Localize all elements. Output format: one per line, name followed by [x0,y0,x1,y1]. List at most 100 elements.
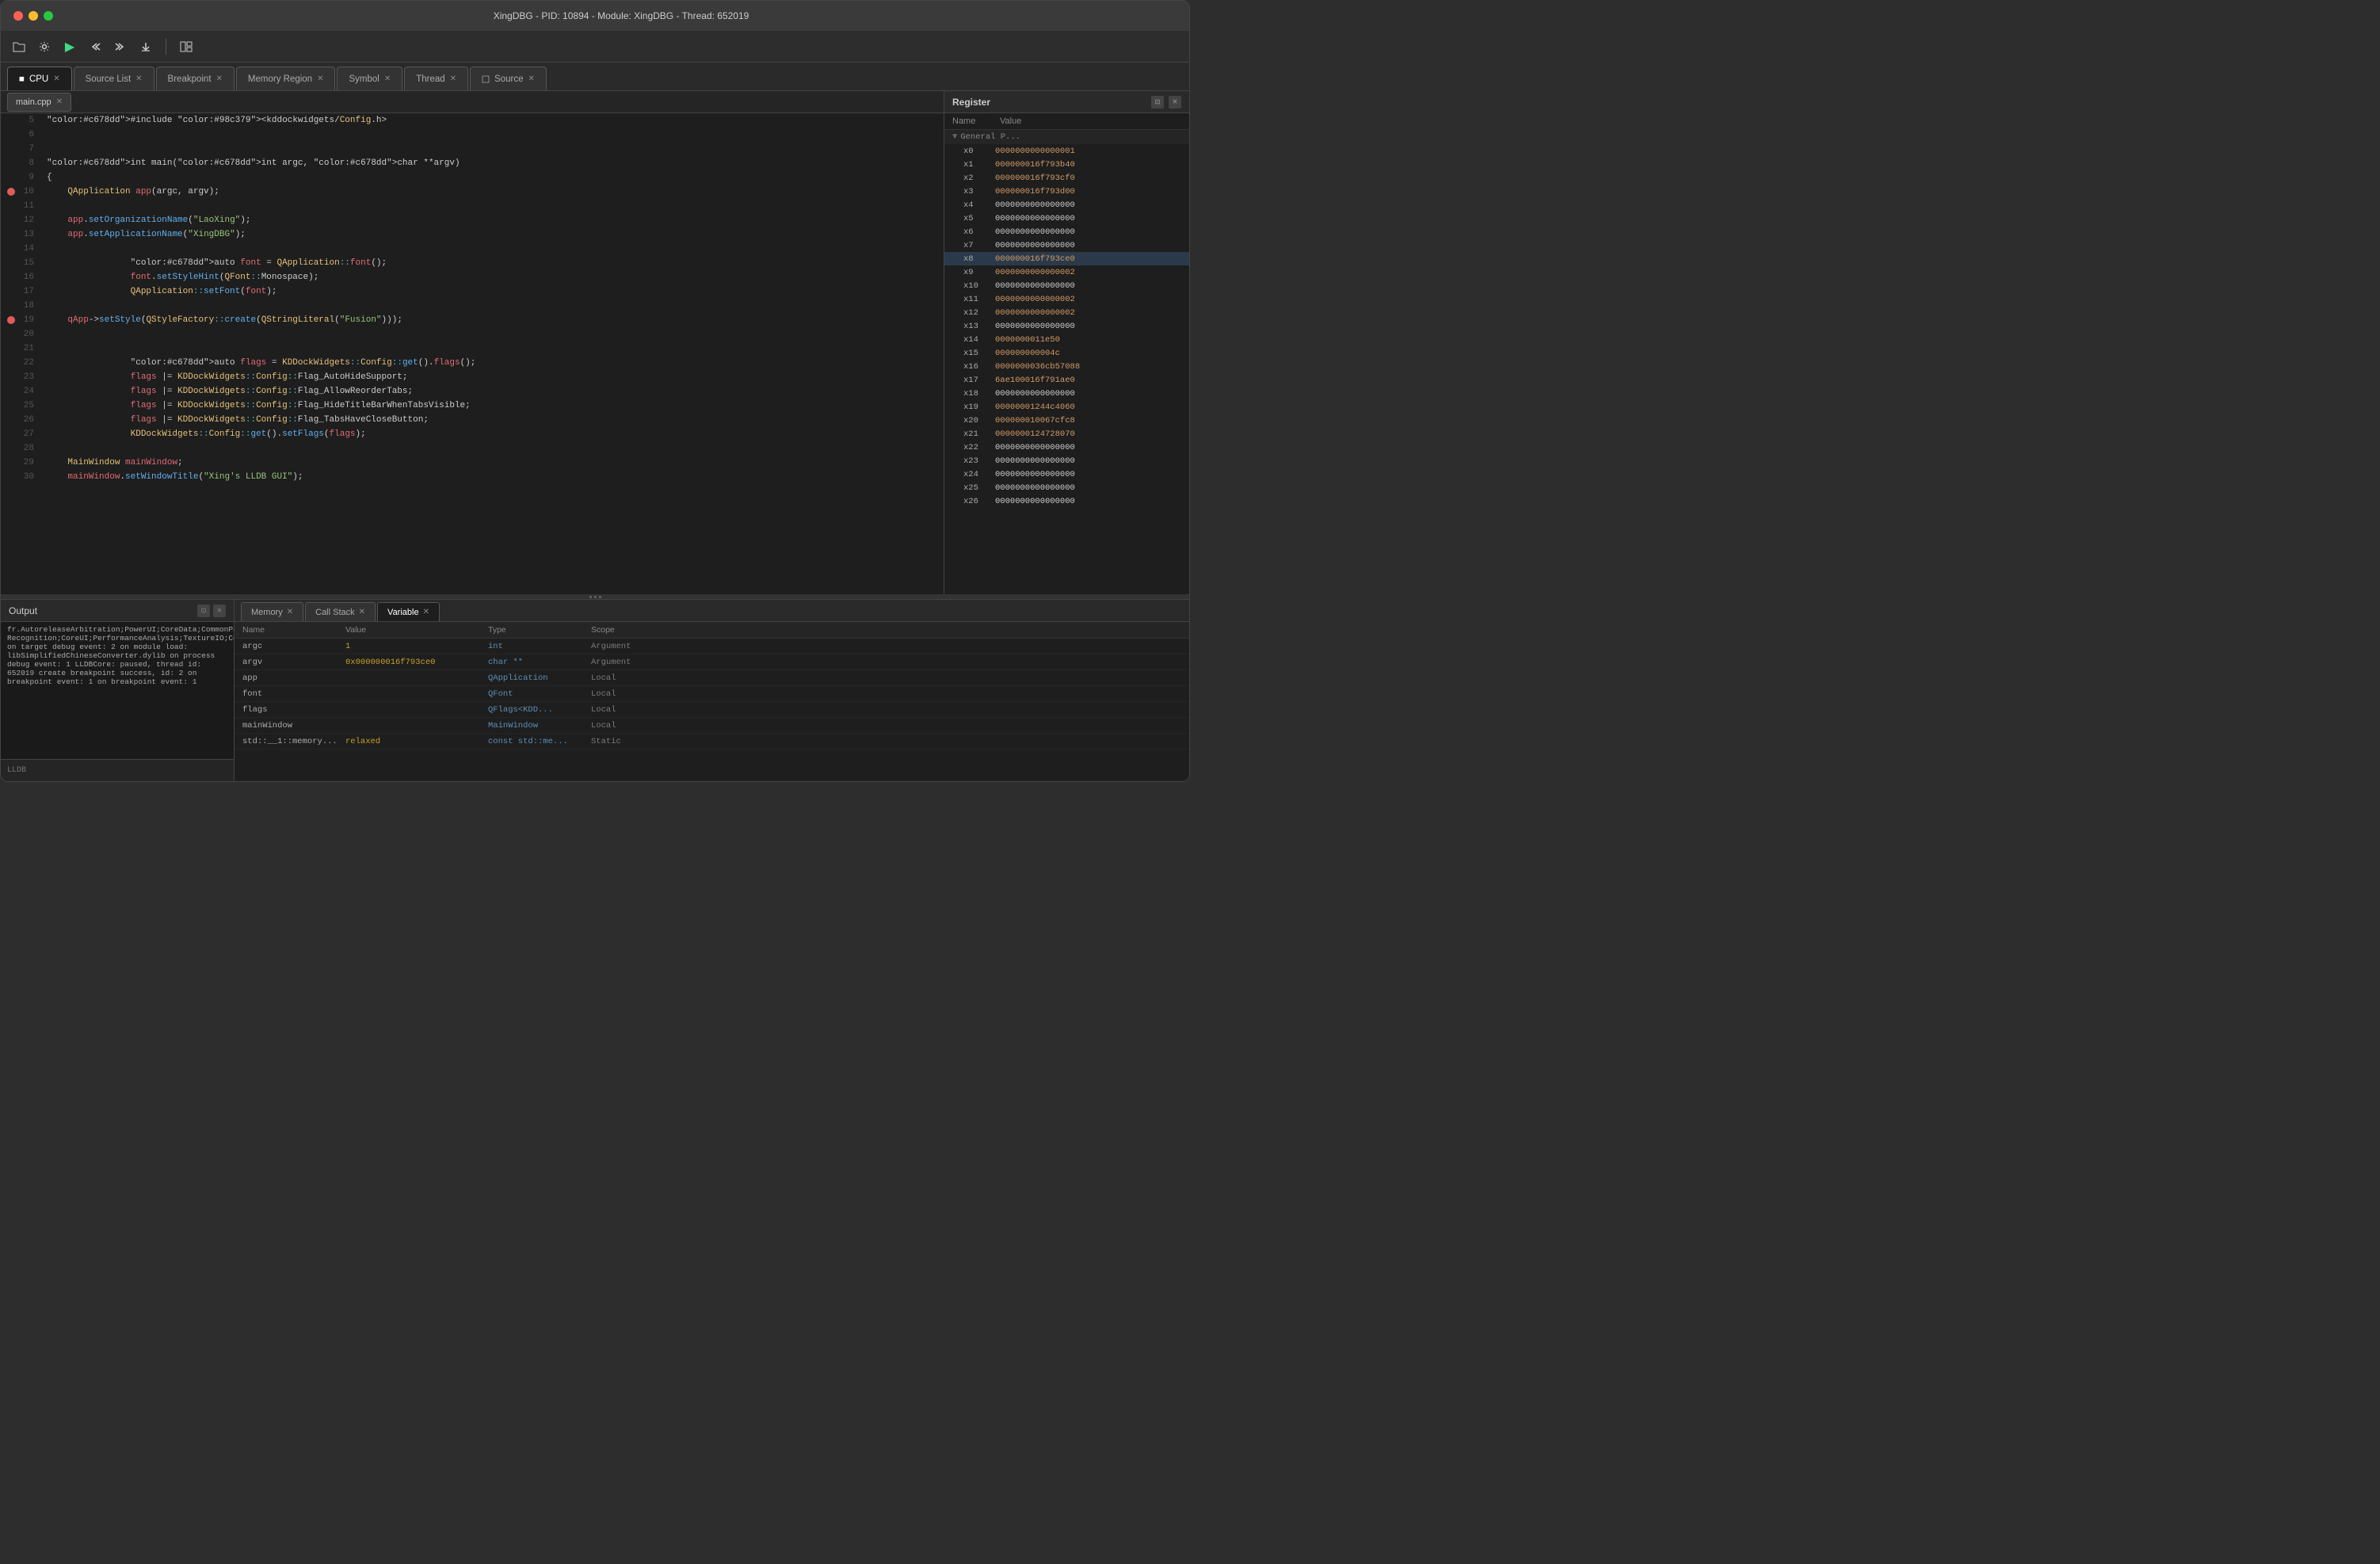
folder-button[interactable] [10,38,28,55]
minimize-button[interactable] [29,11,38,21]
variable-tab-close[interactable]: ✕ [423,608,429,616]
call-stack-tab-close[interactable]: ✕ [359,608,365,616]
register-row-x19[interactable]: x1900000001244c4060 [944,400,1189,414]
variable-row[interactable]: mainWindowMainWindowLocal [235,718,1189,734]
register-row-x5[interactable]: x50000000000000000 [944,212,1189,225]
code-line-11[interactable]: 11 [1,199,944,213]
variable-row[interactable]: std::__1::memory...relaxedconst std::me.… [235,734,1189,750]
code-line-16[interactable]: 16 font.setStyleHint(QFont::Monospace); [1,270,944,284]
code-area[interactable]: 5"color:#c678dd">#include "color:#98c379… [1,113,944,594]
code-line-8[interactable]: 8"color:#c678dd">int main("color:#c678dd… [1,156,944,170]
tab-memory-region[interactable]: Memory Region ✕ [236,67,336,90]
tab-thread[interactable]: Thread ✕ [404,67,468,90]
settings-button[interactable] [36,38,53,55]
register-row-x26[interactable]: x260000000000000000 [944,494,1189,508]
variable-row[interactable]: fontQFontLocal [235,686,1189,702]
register-row-x12[interactable]: x120000000000000002 [944,306,1189,319]
register-row-x25[interactable]: x250000000000000000 [944,481,1189,494]
register-row-x3[interactable]: x3000000016f793d00 [944,185,1189,198]
register-row-x2[interactable]: x2000000016f793cf0 [944,171,1189,185]
register-row-x4[interactable]: x40000000000000000 [944,198,1189,212]
code-line-19[interactable]: 19 qApp->setStyle(QStyleFactory::create(… [1,313,944,327]
tab-memory[interactable]: Memory ✕ [241,602,303,621]
register-row-x15[interactable]: x15000000000004c [944,346,1189,360]
variable-row[interactable]: flagsQFlags<KDD...Local [235,702,1189,718]
tab-call-stack[interactable]: Call Stack ✕ [305,602,376,621]
code-line-30[interactable]: 30 mainWindow.setWindowTitle("Xing's LLD… [1,470,944,484]
register-row-x7[interactable]: x70000000000000000 [944,238,1189,252]
code-line-21[interactable]: 21 [1,341,944,356]
register-row-x1[interactable]: x1000000016f793b40 [944,158,1189,171]
register-row-x0[interactable]: x00000000000000001 [944,144,1189,158]
code-line-29[interactable]: 29 MainWindow mainWindow; [1,456,944,470]
code-line-20[interactable]: 20 [1,327,944,341]
code-content: { [40,173,940,182]
output-float-button[interactable]: ⊡ [197,605,210,617]
code-line-12[interactable]: 12 app.setOrganizationName("LaoXing"); [1,213,944,227]
code-line-23[interactable]: 23 flags |= KDDockWidgets::Config::Flag_… [1,370,944,384]
tab-variable[interactable]: Variable ✕ [377,602,440,621]
code-line-28[interactable]: 28 [1,441,944,456]
step-down-button[interactable] [137,38,154,55]
register-row-x24[interactable]: x240000000000000000 [944,467,1189,481]
code-line-27[interactable]: 27 KDDockWidgets::Config::get().setFlags… [1,427,944,441]
code-line-24[interactable]: 24 flags |= KDDockWidgets::Config::Flag_… [1,384,944,399]
forward-button[interactable] [112,38,129,55]
code-line-9[interactable]: 9{ [1,170,944,185]
code-line-25[interactable]: 25 flags |= KDDockWidgets::Config::Flag_… [1,399,944,413]
code-line-26[interactable]: 26 flags |= KDDockWidgets::Config::Flag_… [1,413,944,427]
layout-button[interactable] [177,38,195,55]
variable-row[interactable]: appQApplicationLocal [235,670,1189,686]
close-button[interactable] [13,11,23,21]
code-line-22[interactable]: 22 "color:#c678dd">auto flags = KDDockWi… [1,356,944,370]
register-row-x18[interactable]: x180000000000000000 [944,387,1189,400]
tab-source-list[interactable]: Source List ✕ [74,67,154,90]
register-row-x22[interactable]: x220000000000000000 [944,441,1189,454]
code-line-5[interactable]: 5"color:#c678dd">#include "color:#98c379… [1,113,944,128]
register-row-x10[interactable]: x100000000000000000 [944,279,1189,292]
play-button[interactable]: ▶ [61,38,78,55]
cpu-tab-close[interactable]: ✕ [53,74,59,83]
register-row-x11[interactable]: x110000000000000002 [944,292,1189,306]
variable-row[interactable]: argc1intArgument [235,639,1189,654]
register-row-x23[interactable]: x230000000000000000 [944,454,1189,467]
code-line-7[interactable]: 7 [1,142,944,156]
code-line-15[interactable]: 15 "color:#c678dd">auto font = QApplicat… [1,256,944,270]
thread-tab-close[interactable]: ✕ [450,74,456,83]
code-line-13[interactable]: 13 app.setApplicationName("XingDBG"); [1,227,944,242]
source-tab-close[interactable]: ✕ [528,74,535,83]
register-row-x17[interactable]: x176ae100016f791ae0 [944,373,1189,387]
source-list-tab-close[interactable]: ✕ [135,74,142,83]
tab-breakpoint[interactable]: Breakpoint ✕ [156,67,235,90]
register-row-x14[interactable]: x140000000011e50 [944,333,1189,346]
file-tab-main-cpp[interactable]: main.cpp ✕ [7,93,71,112]
file-tab-close[interactable]: ✕ [56,97,63,106]
register-row-x9[interactable]: x90000000000000002 [944,265,1189,279]
register-float-button[interactable]: ⊡ [1151,96,1164,109]
code-line-10[interactable]: 10 QApplication app(argc, argv); [1,185,944,199]
code-line-17[interactable]: 17 QApplication::setFont(font); [1,284,944,299]
tab-source[interactable]: Source ✕ [470,67,547,90]
code-line-14[interactable]: 14 [1,242,944,256]
register-row-x6[interactable]: x60000000000000000 [944,225,1189,238]
register-row-x16[interactable]: x160000000036cb57088 [944,360,1189,373]
code-line-6[interactable]: 6 [1,128,944,142]
variable-row[interactable]: argv0x000000016f793ce0char **Argument [235,654,1189,670]
register-list[interactable]: ▼ General P...x00000000000000001x1000000… [944,130,1189,594]
register-row-x20[interactable]: x20000000010067cfc8 [944,414,1189,427]
tab-symbol[interactable]: Symbol ✕ [337,67,402,90]
code-line-18[interactable]: 18 [1,299,944,313]
register-close-button[interactable]: ✕ [1169,96,1181,109]
register-row-x8[interactable]: x8000000016f793ce0 [944,252,1189,265]
symbol-tab-close[interactable]: ✕ [384,74,391,83]
memory-region-tab-close[interactable]: ✕ [317,74,323,83]
breakpoint-tab-close[interactable]: ✕ [216,74,223,83]
register-row-x13[interactable]: x130000000000000000 [944,319,1189,333]
register-row-x21[interactable]: x210000000124728070 [944,427,1189,441]
back-button[interactable] [86,38,104,55]
maximize-button[interactable] [44,11,53,21]
memory-tab-close[interactable]: ✕ [287,608,293,616]
lldb-input[interactable] [7,766,227,775]
output-close-button[interactable]: ✕ [213,605,226,617]
tab-cpu[interactable]: ■ CPU ✕ [7,67,72,90]
